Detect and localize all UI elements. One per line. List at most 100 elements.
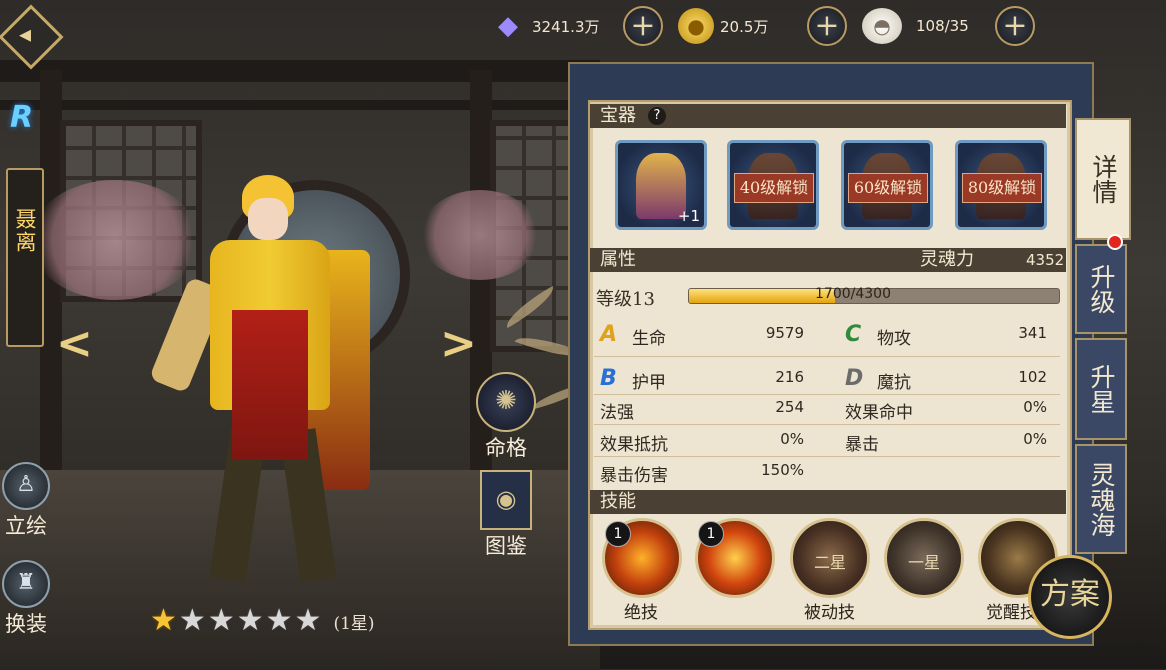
fate-label: 命格: [485, 436, 527, 460]
codex-label: 图鉴: [485, 534, 527, 558]
portrait-icon: ♙: [2, 462, 50, 510]
bun-stamina-icon: ◓: [862, 8, 902, 44]
attr-name: 效果命中: [845, 403, 913, 423]
attributes-title: 属性: [600, 249, 636, 270]
treasure-help-button[interactable]: ?: [648, 107, 666, 125]
attr-spell-power: 法强 254: [600, 398, 810, 424]
fate-button[interactable]: ✺ 命格: [474, 372, 538, 462]
add-gold-button[interactable]: +: [807, 6, 847, 46]
gold-amount: 20.5万: [720, 17, 769, 36]
grade-letter: A: [600, 322, 618, 347]
attr-crit: 暴击 0%: [845, 430, 1055, 456]
add-crystal-button[interactable]: +: [623, 6, 663, 46]
attr-name: 生命: [632, 329, 666, 349]
attr-name: 效果抵抗: [600, 435, 668, 455]
unlock-requirement: 60级解锁: [848, 173, 928, 203]
cherry-blossom: [420, 190, 540, 280]
attr-value: 216: [775, 368, 804, 386]
attr-atk: C 物攻 341: [845, 322, 1055, 350]
attr-value: 0%: [1023, 430, 1047, 448]
star-rating: ★ ★ ★ ★ ★ ★ (1星): [150, 606, 375, 636]
skill-caption: 被动技: [804, 603, 855, 623]
outfit-icon: ♜: [2, 560, 50, 608]
skill-caption: 绝技: [624, 603, 658, 623]
treasure-title: 宝器: [600, 105, 636, 126]
crystal-icon: ◆: [498, 11, 518, 41]
skills-title: 技能: [600, 491, 636, 512]
attr-value: 254: [775, 398, 804, 416]
tab-level-up[interactable]: 升级: [1075, 244, 1127, 334]
treasure-header: 宝器 ?: [590, 104, 1066, 128]
back-frame: [0, 4, 64, 70]
treasure-slot-locked[interactable]: 40级解锁: [727, 140, 819, 230]
attr-value: 150%: [761, 461, 804, 479]
fate-icon: ✺: [476, 372, 536, 432]
portrait-label: 立绘: [5, 514, 47, 538]
star-empty-icon: ★: [265, 603, 293, 638]
stamina-amount: 108/35: [916, 17, 969, 35]
attr-value: 102: [1018, 368, 1047, 386]
attr-hp: A 生命 9579: [600, 322, 810, 350]
attr-name: 魔抗: [877, 373, 911, 393]
attributes-header: 属性 灵魂力 4352: [590, 248, 1066, 272]
attr-effect-hit: 效果命中 0%: [845, 398, 1055, 424]
attr-crit-damage: 暴击伤害 150%: [600, 461, 810, 487]
tab-soul-sea[interactable]: 灵魂海: [1075, 444, 1127, 554]
ultimate-skill-icon[interactable]: 1: [602, 518, 682, 598]
grade-letter: D: [845, 366, 864, 391]
plan-button[interactable]: 方案: [1028, 555, 1112, 639]
prev-hero-button[interactable]: <: [56, 318, 93, 369]
passive-skill-2-icon[interactable]: 一星: [884, 518, 964, 598]
tab-details[interactable]: 详情: [1075, 118, 1131, 240]
grade-letter: B: [600, 366, 617, 391]
tab-star-up[interactable]: 升星: [1075, 338, 1127, 440]
passive-skill-icon[interactable]: 二星: [790, 518, 870, 598]
roof-beam: [0, 60, 600, 82]
codex-button[interactable]: ◉ 图鉴: [474, 470, 538, 560]
attr-value: 0%: [780, 430, 804, 448]
attr-value: 0%: [1023, 398, 1047, 416]
attr-name: 法强: [600, 403, 634, 423]
add-stamina-button[interactable]: +: [995, 6, 1035, 46]
skill-level-badge: 1: [605, 521, 631, 547]
crystal-currency: ◆ 3241.3万: [490, 8, 600, 44]
codex-icon: ◉: [480, 470, 532, 530]
hero-character-model[interactable]: [148, 170, 390, 590]
roof-beam: [0, 100, 600, 110]
star-empty-icon: ★: [294, 603, 322, 638]
star-filled-icon: ★: [150, 603, 177, 638]
attr-name: 暴击伤害: [600, 466, 668, 486]
outfit-label: 换装: [5, 612, 47, 636]
attr-value: 9579: [765, 324, 804, 342]
treasure-slot-locked[interactable]: 60级解锁: [841, 140, 933, 230]
attr-name: 护甲: [632, 373, 666, 393]
next-hero-button[interactable]: >: [440, 318, 477, 369]
skill-star-tag: 二星: [813, 553, 846, 572]
attr-armor: B 护甲 216: [600, 366, 810, 394]
skills-header: 技能: [590, 490, 1066, 514]
unlock-requirement: 40级解锁: [734, 173, 814, 203]
gold-currency: ● 20.5万: [678, 8, 768, 44]
treasure-level: +1: [677, 207, 700, 225]
attr-effect-resist: 效果抵抗 0%: [600, 430, 810, 456]
hero-name: 聂离: [13, 208, 37, 254]
soul-power-value: 4352: [1026, 251, 1065, 269]
back-button[interactable]: ◂: [0, 4, 64, 70]
skill-level-badge: 1: [698, 521, 724, 547]
star-level-text: (1星): [333, 613, 375, 634]
stamina-currency: ◓ 108/35: [862, 8, 969, 44]
hero-name-panel: 聂离: [6, 168, 46, 507]
unlock-requirement: 80级解锁: [962, 173, 1042, 203]
treasure-slot-locked[interactable]: 80级解锁: [955, 140, 1047, 230]
outfit-button[interactable]: ♜ 换装: [0, 560, 52, 638]
soul-power-label: 灵魂力: [920, 249, 974, 270]
star-empty-icon: ★: [236, 603, 264, 638]
ultimate-skill-2-icon[interactable]: 1: [695, 518, 775, 598]
attr-name: 暴击: [845, 435, 879, 455]
gold-coin-icon: ●: [678, 8, 714, 44]
skill-star-tag: 一星: [907, 553, 940, 572]
treasure-slot[interactable]: +1: [615, 140, 707, 230]
xp-progress-text: 1700/4300: [815, 286, 891, 302]
attr-value: 341: [1018, 324, 1047, 342]
portrait-button[interactable]: ♙ 立绘: [0, 462, 52, 540]
